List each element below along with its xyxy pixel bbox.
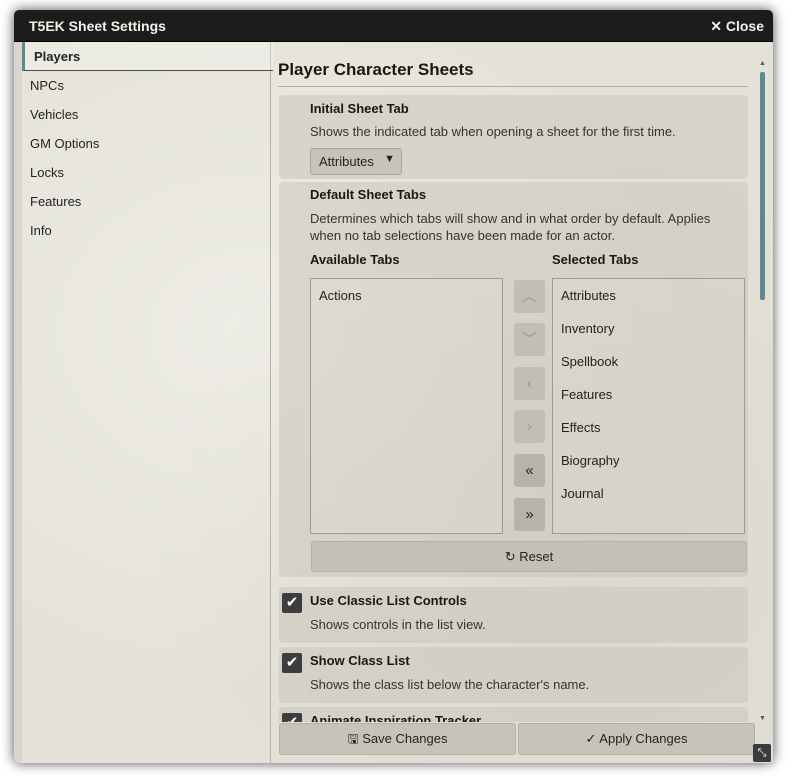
- sidebar-item-npcs[interactable]: NPCs: [22, 71, 270, 99]
- default-sheet-tabs-description-2: when no tab selections have been made fo…: [310, 228, 615, 243]
- sidebar-item-vehicles[interactable]: Vehicles: [22, 100, 270, 128]
- list-item[interactable]: Biography: [561, 453, 620, 468]
- main-scrollbar[interactable]: ▲ ▼: [759, 60, 766, 724]
- chevron-down-icon: ▼: [384, 153, 395, 165]
- move-all-left-button[interactable]: «: [514, 454, 545, 487]
- move-left-button[interactable]: ‹: [514, 367, 545, 400]
- move-right-button[interactable]: ›: [514, 410, 545, 443]
- sidebar-item-players[interactable]: Players: [22, 42, 273, 71]
- reset-button[interactable]: ↻ Reset: [311, 541, 747, 572]
- inspiration-checkbox[interactable]: ✔: [282, 713, 302, 722]
- sidebar-item-label: Features: [30, 194, 82, 209]
- initial-sheet-tab-label: Initial Sheet Tab: [310, 101, 409, 116]
- default-sheet-tabs-panel: Default Sheet Tabs Determines which tabs…: [279, 182, 748, 577]
- settings-window: T5EK Sheet Settings ✕ Close Players NPCs…: [14, 10, 773, 763]
- window-title: T5EK Sheet Settings: [29, 18, 166, 34]
- window-titlebar[interactable]: T5EK Sheet Settings ✕ Close: [14, 10, 773, 42]
- scrollbar-thumb[interactable]: [760, 72, 765, 300]
- settings-main: Player Character Sheets Initial Sheet Ta…: [278, 42, 758, 722]
- list-item[interactable]: Spellbook: [561, 354, 618, 369]
- classic-list-checkbox[interactable]: ✔: [282, 593, 302, 613]
- move-down-button[interactable]: ﹀: [514, 323, 545, 356]
- move-all-right-button[interactable]: »: [514, 498, 545, 531]
- close-button[interactable]: ✕ Close: [710, 18, 764, 35]
- list-item[interactable]: Effects: [561, 420, 601, 435]
- sidebar-item-label: Players: [34, 49, 81, 64]
- class-list-label: Show Class List: [310, 653, 410, 668]
- class-list-checkbox[interactable]: ✔: [282, 653, 302, 673]
- apply-changes-button[interactable]: ✓ Apply Changes: [518, 723, 755, 755]
- select-value: Attributes: [319, 154, 374, 169]
- settings-sidebar: Players NPCs Vehicles GM Options Locks F…: [22, 42, 273, 763]
- list-item[interactable]: Journal: [561, 486, 604, 501]
- inspiration-label: Animate Inspiration Tracker: [310, 713, 482, 722]
- classic-list-panel: ✔ Use Classic List Controls Shows contro…: [279, 587, 748, 643]
- sidebar-item-label: Info: [30, 223, 52, 238]
- resize-handle-icon[interactable]: ⤡: [753, 744, 771, 762]
- sidebar-item-locks[interactable]: Locks: [22, 158, 270, 186]
- classic-list-label: Use Classic List Controls: [310, 593, 467, 608]
- sidebar-item-label: GM Options: [30, 136, 100, 151]
- scroll-up-icon[interactable]: ▲: [759, 60, 766, 67]
- window-content: Players NPCs Vehicles GM Options Locks F…: [22, 42, 773, 763]
- default-sheet-tabs-description-1: Determines which tabs will show and in w…: [310, 211, 711, 226]
- default-sheet-tabs-label: Default Sheet Tabs: [310, 187, 427, 202]
- list-item[interactable]: Inventory: [561, 321, 614, 336]
- section-title: Player Character Sheets: [278, 60, 748, 87]
- available-tabs-label: Available Tabs: [310, 252, 400, 267]
- save-changes-button[interactable]: 🖫 Save Changes: [279, 723, 516, 755]
- initial-sheet-tab-panel: Initial Sheet Tab Shows the indicated ta…: [279, 95, 748, 179]
- class-list-panel: ✔ Show Class List Shows the class list b…: [279, 647, 748, 703]
- selected-tabs-list[interactable]: Attributes Inventory Spellbook Features …: [552, 278, 745, 534]
- sidebar-item-features[interactable]: Features: [22, 187, 270, 215]
- selected-tabs-label: Selected Tabs: [552, 252, 639, 267]
- move-up-button[interactable]: ︿: [514, 280, 545, 313]
- initial-sheet-tab-select[interactable]: Attributes ▼: [310, 148, 402, 175]
- classic-list-description: Shows controls in the list view.: [310, 617, 486, 632]
- sidebar-item-gm-options[interactable]: GM Options: [22, 129, 270, 157]
- available-tabs-list[interactable]: Actions: [310, 278, 503, 534]
- sidebar-item-info[interactable]: Info: [22, 216, 270, 244]
- sidebar-item-label: NPCs: [30, 78, 64, 93]
- sidebar-item-label: Vehicles: [30, 107, 79, 122]
- initial-sheet-tab-description: Shows the indicated tab when opening a s…: [310, 124, 676, 139]
- inspiration-panel: ✔ Animate Inspiration Tracker: [279, 707, 748, 722]
- list-item[interactable]: Attributes: [561, 288, 616, 303]
- list-item[interactable]: Features: [561, 387, 612, 402]
- class-list-description: Shows the class list below the character…: [310, 677, 590, 692]
- scroll-down-icon[interactable]: ▼: [759, 715, 766, 722]
- sidebar-item-label: Locks: [30, 165, 64, 180]
- list-item[interactable]: Actions: [319, 288, 362, 303]
